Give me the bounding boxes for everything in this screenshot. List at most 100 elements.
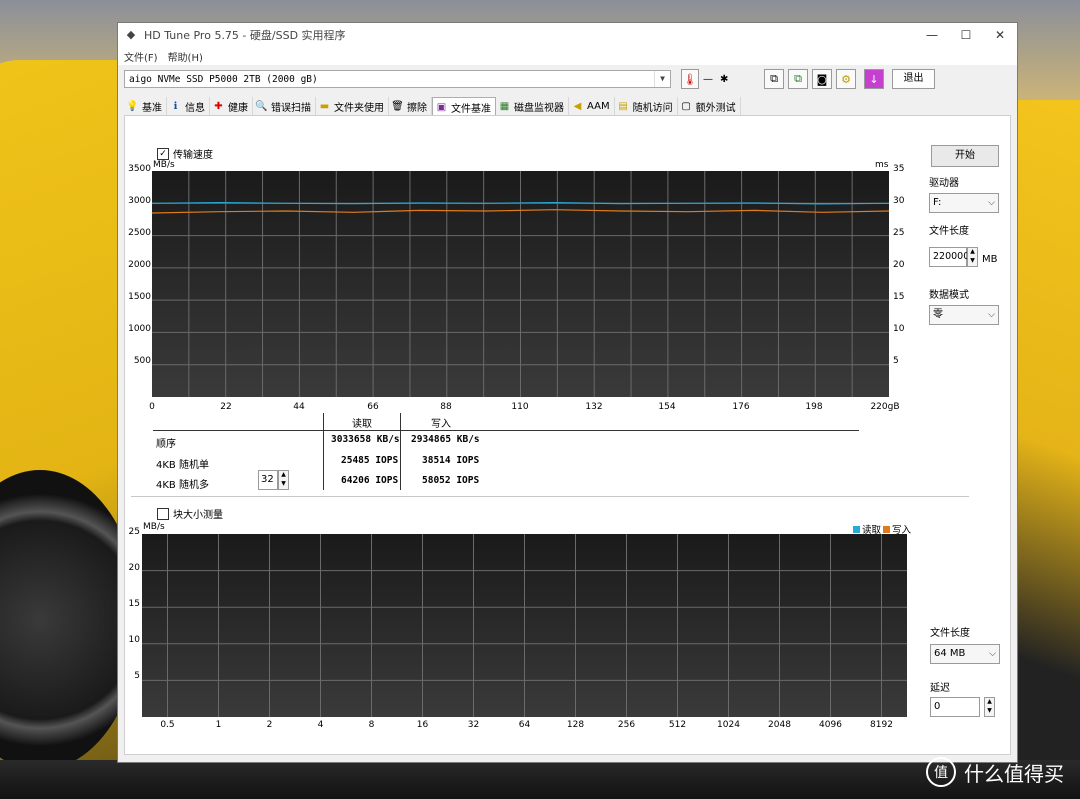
data-mode-combo[interactable]: 零 ⌵ [929, 305, 999, 325]
transfer-xtick: 88 [440, 402, 452, 412]
tab-bar: 💡 基准 ℹ 信息 ✚ 健康 🔍 错误扫描 ▬ 文件夹使用 🗑 擦除 ▣ 文件基准 ▦ 磁盘监视… [124, 97, 741, 116]
results-divider [323, 413, 324, 490]
queue-depth-field[interactable]: 32 [258, 470, 278, 490]
transfer-xtick: 44 [293, 402, 305, 412]
window-title: HD Tune Pro 5.75 - 硬盘/SSD 实用程序 [144, 29, 346, 42]
start-button[interactable]: 开始 [931, 145, 999, 167]
delay-field[interactable]: 0 [930, 697, 980, 717]
transfer-y2tick: 10 [893, 324, 905, 334]
result-row-label: 4KB 随机单 [156, 460, 209, 471]
monitor-icon: ▦ [499, 100, 510, 112]
tab-info[interactable]: ℹ 信息 [167, 97, 210, 115]
legend-write-swatch [883, 525, 891, 533]
queue-depth-spinner[interactable]: ▲ ▼ [278, 470, 289, 490]
minimize-button[interactable]: — [915, 23, 949, 47]
tab-error-scan[interactable]: 🔍 错误扫描 [253, 97, 316, 115]
result-read-value: 64206 IOPS [341, 475, 399, 486]
extra-tests-icon: ▢ [681, 100, 691, 112]
transfer-rate-plot [152, 171, 889, 397]
menu-bar: 文件(F) 帮助(H) [118, 47, 1017, 65]
tab-benchmark[interactable]: 💡 基准 [124, 97, 167, 115]
close-button[interactable]: ✕ [983, 23, 1017, 47]
transfer-xtick: 132 [585, 402, 603, 412]
file-length-spinner[interactable]: ▲ ▼ [967, 247, 978, 267]
watermark-logo-icon: 值 [926, 757, 956, 787]
menu-help[interactable]: 帮助(H) [166, 49, 205, 64]
menu-file[interactable]: 文件(F) [122, 49, 160, 64]
checkmark-icon: ✓ [157, 147, 169, 160]
block-size-checkbox[interactable]: 块大小测量 [157, 506, 223, 521]
chip-icon: ✱ [720, 74, 729, 85]
result-write-value: 2934865 KB/s [411, 434, 480, 445]
block-ytick: 20 [128, 563, 140, 573]
exit-button[interactable]: 退出 [892, 69, 935, 89]
block-xtick: 128 [566, 720, 585, 730]
transfer-ytick: 3000 [128, 196, 151, 206]
tab-extra-tests[interactable]: ▢ 额外测试 [678, 97, 741, 115]
download-icon[interactable]: ↓ [864, 69, 884, 89]
transfer-xtick: 220gB [870, 402, 900, 412]
maximize-button[interactable]: ☐ [949, 23, 983, 47]
copy-text-icon[interactable]: ⧉ [764, 69, 784, 89]
file-length2-label: 文件长度 [930, 628, 970, 639]
app-icon: ◆ [126, 28, 136, 41]
transfer-ytick: 2500 [128, 228, 151, 238]
chevron-down-icon: ▼ [654, 71, 670, 87]
drive-label: 驱动器 [929, 178, 959, 189]
tab-random-access[interactable]: ▤ 随机访问 [615, 97, 678, 115]
transfer-rate-checkbox[interactable]: ✓ 传输速度 [157, 146, 213, 161]
block-xtick: 256 [617, 720, 636, 730]
delay-spinner[interactable]: ▲ ▼ [984, 697, 995, 717]
block-xtick: 1 [215, 720, 222, 730]
camera-icon[interactable]: ◙ [812, 69, 832, 89]
result-write-value: 38514 IOPS [422, 455, 480, 466]
tab-disk-monitor[interactable]: ▦ 磁盘监视器 [496, 97, 569, 115]
tab-folder-usage[interactable]: ▬ 文件夹使用 [316, 97, 389, 115]
file-benchmark-panel: ✓ 传输速度 MB/s ms 3500 3000 2500 2000 1500 … [124, 115, 1011, 755]
transfer-xtick: 66 [367, 402, 379, 412]
tab-aam[interactable]: ◀ AAM [569, 97, 615, 115]
transfer-ytick: 500 [133, 356, 151, 366]
file-length-field[interactable]: 220000 [929, 247, 969, 267]
tab-health[interactable]: ✚ 健康 [210, 97, 253, 115]
block-size-label: 块大小测量 [173, 510, 223, 521]
block-xtick: 4096 [819, 720, 842, 730]
block-xtick: 64 [518, 720, 531, 730]
transfer-y-unit: MB/s [153, 160, 175, 170]
transfer-xtick: 154 [658, 402, 676, 412]
title-bar[interactable]: ◆ HD Tune Pro 5.75 - 硬盘/SSD 实用程序 — ☐ ✕ [118, 23, 1017, 47]
transfer-ytick: 1500 [128, 292, 151, 302]
toolbar: aigo NVMe SSD P5000 2TB (2000 gB) ▼ 🌡 — … [118, 65, 1017, 95]
block-xtick: 16 [416, 720, 429, 730]
results-header-read: 读取 [352, 419, 372, 430]
transfer-y2tick: 25 [893, 228, 905, 238]
transfer-xtick: 0 [149, 402, 155, 412]
result-write-value: 58052 IOPS [422, 475, 480, 486]
block-xtick: 2048 [768, 720, 791, 730]
block-size-graph [142, 534, 907, 717]
tab-erase[interactable]: 🗑 擦除 [389, 97, 432, 115]
hdtune-window: ◆ HD Tune Pro 5.75 - 硬盘/SSD 实用程序 — ☐ ✕ 文… [117, 22, 1018, 763]
drive-select[interactable]: aigo NVMe SSD P5000 2TB (2000 gB) ▼ [124, 70, 671, 88]
temperature-readout: — [703, 74, 713, 85]
block-xtick: 0.5 [160, 720, 175, 730]
thermometer-icon: 🌡 [681, 69, 699, 89]
block-ytick: 25 [128, 527, 140, 537]
trash-icon: 🗑 [391, 100, 404, 112]
results-divider [400, 413, 401, 490]
tab-file-benchmark[interactable]: ▣ 文件基准 [432, 97, 496, 116]
block-y-unit: MB/s [143, 522, 165, 532]
block-xtick: 512 [668, 720, 687, 730]
copy-screenshot-icon[interactable]: ⧉ [788, 69, 808, 89]
watermark: 值 什么值得买 [926, 757, 1064, 787]
folder-icon: ▬ [319, 100, 330, 112]
results-header-write: 写入 [431, 419, 451, 430]
options-icon[interactable]: ⚙ [836, 69, 856, 89]
file-length2-combo[interactable]: 64 MB ⌵ [930, 644, 1000, 664]
magnifier-icon: 🔍 [255, 100, 268, 112]
block-xtick: 32 [467, 720, 480, 730]
section-separator [131, 496, 969, 497]
drive-combo[interactable]: F: ⌵ [929, 193, 999, 213]
transfer-xtick: 176 [732, 402, 750, 412]
block-ytick: 15 [128, 599, 140, 609]
